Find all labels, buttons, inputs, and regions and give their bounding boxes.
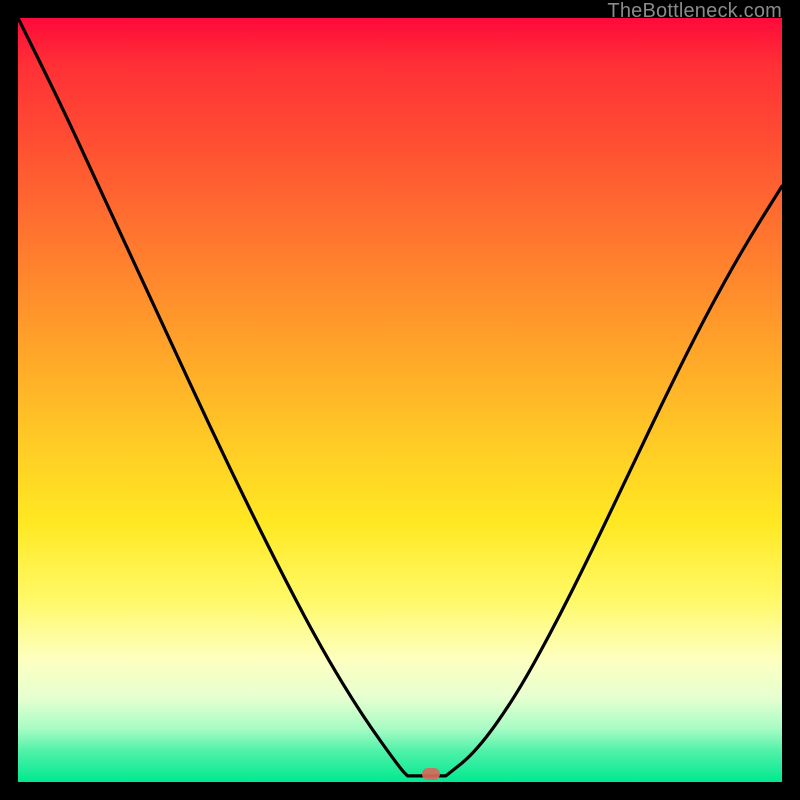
bottleneck-curve <box>18 18 782 776</box>
chart-frame: TheBottleneck.com <box>0 0 800 800</box>
plot-area <box>18 18 782 782</box>
curve-layer <box>18 18 782 782</box>
watermark-text: TheBottleneck.com <box>607 0 782 23</box>
optimal-marker <box>422 768 440 780</box>
